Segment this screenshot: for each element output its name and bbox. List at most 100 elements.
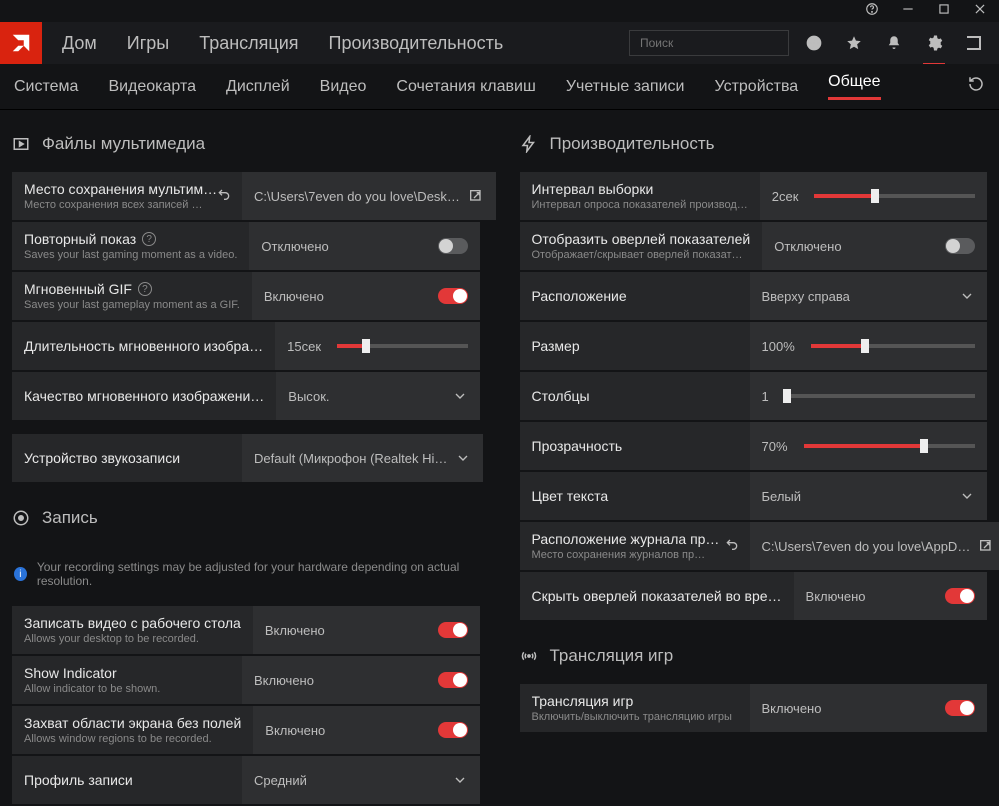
help-icon[interactable] <box>865 2 879 21</box>
row-text-color: Цвет текста Белый <box>520 472 988 520</box>
chevron-down-icon <box>447 450 471 466</box>
row-replay: Повторный показ? Saves your last gaming … <box>12 222 480 270</box>
nav-stream[interactable]: Трансляция <box>199 33 298 54</box>
help-icon[interactable]: ? <box>138 282 152 296</box>
col-left: Файлы мультимедиа Место сохранения мульт… <box>12 134 480 806</box>
replay-value: Отключено <box>261 239 437 254</box>
gif-title: Мгновенный GIF? <box>24 281 240 297</box>
undo-icon[interactable] <box>208 186 232 202</box>
row-overlay-columns: Столбцы 1 <box>520 372 988 420</box>
region-capture-toggle[interactable] <box>438 722 468 738</box>
col-right: Производительность Интервал выборки Инте… <box>520 134 988 806</box>
overlay-position-select[interactable]: Вверху справа <box>750 272 988 320</box>
nav-performance[interactable]: Производительность <box>329 33 504 54</box>
gif-duration-slider[interactable] <box>337 344 467 348</box>
row-media-save-location: Место сохранения мультим… Место сохранен… <box>12 172 480 220</box>
row-gif-duration: Длительность мгновенного изобра… 15сек <box>12 322 480 370</box>
show-indicator-title: Show Indicator <box>24 665 230 681</box>
tab-devices[interactable]: Устройства <box>714 78 798 96</box>
web-icon[interactable] <box>805 34 823 52</box>
help-icon[interactable]: ? <box>142 232 156 246</box>
row-region-capture: Захват области экрана без полей Allows w… <box>12 706 480 754</box>
tab-general[interactable]: Общее <box>828 73 880 100</box>
open-folder-icon[interactable] <box>460 188 484 204</box>
log-path-cell[interactable]: C:\Users\7even do you love\AppD… <box>750 522 999 570</box>
audio-device-select[interactable]: Default (Микрофон (Realtek Hi… <box>242 434 483 482</box>
media-icon <box>12 135 30 153</box>
section-stream-header: Трансляция игр <box>520 646 988 666</box>
row-record-profile: Профиль записи Средний <box>12 756 480 804</box>
overlay-toggle[interactable] <box>945 238 975 254</box>
sample-value: 2сек <box>772 189 799 204</box>
opacity-slider[interactable] <box>804 444 975 448</box>
sample-slider[interactable] <box>814 194 975 198</box>
row-metrics-overlay: Отобразить оверлей показателей Отображае… <box>520 222 988 270</box>
expand-icon[interactable] <box>965 34 983 52</box>
reset-icon[interactable] <box>967 75 985 98</box>
media-save-path-cell[interactable]: C:\Users\7even do you love\Desk… <box>242 172 496 220</box>
undo-icon[interactable] <box>716 536 740 552</box>
record-desktop-sub: Allows your desktop to be recorded. <box>24 633 241 645</box>
chevron-down-icon <box>444 772 468 788</box>
section-media-header: Файлы мультимедиа <box>12 134 480 154</box>
tab-video[interactable]: Видео <box>320 78 367 96</box>
log-title: Расположение журнала пр… <box>532 531 738 547</box>
row-sample-interval: Интервал выборки Интервал опроса показат… <box>520 172 988 220</box>
top-icons <box>789 34 999 52</box>
row-overlay-size: Размер 100% <box>520 322 988 370</box>
record-desktop-title: Записать видео с рабочего стола <box>24 615 241 631</box>
tab-accounts[interactable]: Учетные записи <box>566 78 685 96</box>
gif-toggle[interactable] <box>438 288 468 304</box>
minimize-icon[interactable] <box>901 2 915 21</box>
close-icon[interactable] <box>973 2 987 21</box>
open-folder-icon[interactable] <box>970 538 994 554</box>
maximize-icon[interactable] <box>937 2 951 21</box>
main-nav: Дом Игры Трансляция Производительность <box>42 33 503 54</box>
row-overlay-position: Расположение Вверху справа <box>520 272 988 320</box>
hide-overlay-title: Скрыть оверлей показателей во вре… <box>532 588 782 604</box>
show-indicator-toggle[interactable] <box>438 672 468 688</box>
size-slider[interactable] <box>811 344 975 348</box>
sample-sub: Интервал опроса показателей производ… <box>532 199 748 211</box>
star-icon[interactable] <box>845 34 863 52</box>
sample-title: Интервал выборки <box>532 181 748 197</box>
hide-overlay-toggle[interactable] <box>945 588 975 604</box>
gif-quality-select[interactable]: Высок. <box>276 372 479 420</box>
bell-icon[interactable] <box>885 34 903 52</box>
nav-games[interactable]: Игры <box>127 33 169 54</box>
settings-subnav: Система Видеокарта Дисплей Видео Сочетан… <box>0 64 999 110</box>
search-box[interactable] <box>629 30 789 56</box>
nav-home[interactable]: Дом <box>62 33 97 54</box>
tab-system[interactable]: Система <box>14 78 78 96</box>
replay-toggle[interactable] <box>438 238 468 254</box>
columns-slider[interactable] <box>785 394 975 398</box>
tab-hotkeys[interactable]: Сочетания клавиш <box>396 78 535 96</box>
gif-duration-value: 15сек <box>287 339 321 354</box>
tab-gpu[interactable]: Видеокарта <box>108 78 196 96</box>
row-game-stream: Трансляция игр Включить/выключить трансл… <box>520 684 988 732</box>
replay-title: Повторный показ? <box>24 231 237 247</box>
window-chrome <box>0 0 999 22</box>
gif-sub: Saves your last gameplay moment as a GIF… <box>24 299 240 311</box>
audio-device-title: Устройство звукозаписи <box>24 450 230 466</box>
gear-icon[interactable] <box>925 34 943 52</box>
row-log-location: Расположение журнала пр… Место сохранени… <box>520 522 988 570</box>
stream-icon <box>520 647 538 665</box>
log-sub: Место сохранения журналов пр… <box>532 549 738 561</box>
tab-display[interactable]: Дисплей <box>226 78 290 96</box>
overlay-title: Отобразить оверлей показателей <box>532 231 751 247</box>
text-color-select[interactable]: Белый <box>750 472 988 520</box>
gif-value: Включено <box>264 289 438 304</box>
amd-logo[interactable] <box>0 22 42 64</box>
top-bar: Дом Игры Трансляция Производительность <box>0 22 999 64</box>
media-save-path: C:\Users\7even do you love\Desk… <box>254 189 460 204</box>
record-desktop-toggle[interactable] <box>438 622 468 638</box>
bolt-icon <box>520 135 538 153</box>
region-capture-sub: Allows window regions to be recorded. <box>24 733 241 745</box>
record-info-line: i Your recording settings may be adjuste… <box>12 546 480 606</box>
stream-title: Трансляция игр <box>532 693 738 709</box>
info-icon: i <box>14 567 27 581</box>
record-profile-select[interactable]: Средний <box>242 756 480 804</box>
stream-toggle[interactable] <box>945 700 975 716</box>
search-input[interactable] <box>638 35 797 51</box>
